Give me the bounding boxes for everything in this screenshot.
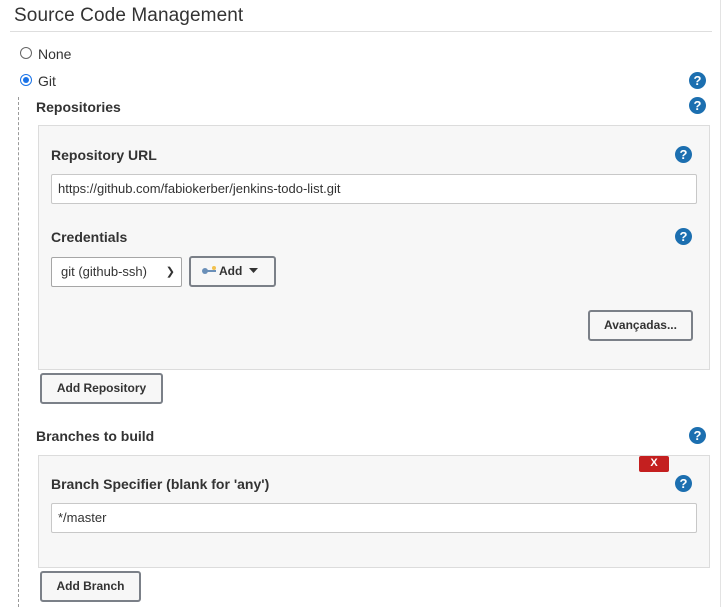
page-right-border (720, 0, 721, 607)
repository-url-help-icon[interactable]: ? (675, 146, 692, 163)
section-title: Source Code Management (14, 5, 244, 26)
key-icon (202, 266, 216, 274)
branch-specifier-input[interactable]: */master (51, 503, 697, 533)
repositories-label: Repositories (36, 99, 121, 115)
repository-url-label: Repository URL (51, 147, 157, 163)
add-credentials-button[interactable]: Add (189, 256, 276, 287)
branches-label: Branches to build (36, 428, 155, 444)
title-divider (10, 31, 712, 32)
git-options-indent-line (18, 97, 19, 607)
scm-git-label: Git (38, 73, 56, 89)
repositories-help-icon[interactable]: ? (689, 97, 706, 114)
delete-branch-button[interactable]: X (639, 456, 669, 472)
branch-specifier-label: Branch Specifier (blank for 'any') (51, 476, 270, 492)
scm-none-radio[interactable] (20, 47, 32, 59)
branches-help-icon[interactable]: ? (689, 427, 706, 444)
credentials-select[interactable]: git (github-ssh) ❯ (51, 257, 182, 287)
credentials-help-icon[interactable]: ? (675, 228, 692, 245)
credentials-label: Credentials (51, 229, 128, 245)
scm-git-radio[interactable] (20, 74, 32, 86)
advanced-button[interactable]: Avançadas... (588, 310, 693, 341)
branch-specifier-help-icon[interactable]: ? (675, 475, 692, 492)
git-help-icon[interactable]: ? (689, 72, 706, 89)
repository-url-input[interactable]: https://github.com/fabiokerber/jenkins-t… (51, 174, 697, 204)
add-branch-button[interactable]: Add Branch (40, 571, 141, 602)
add-repository-button[interactable]: Add Repository (40, 373, 163, 404)
caret-down-icon (248, 268, 258, 273)
chevron-down-icon: ❯ (165, 266, 175, 278)
add-credentials-label: Add (219, 264, 243, 278)
scm-none-label: None (38, 46, 72, 62)
credentials-selected-value: git (github-ssh) (61, 264, 147, 279)
